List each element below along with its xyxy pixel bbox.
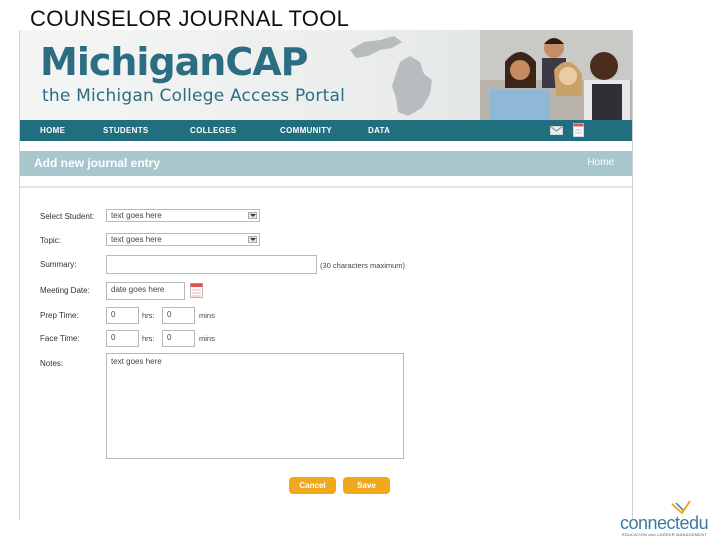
date-picker-icon[interactable] <box>190 283 203 298</box>
logo-cap: CAP <box>225 40 308 84</box>
nav-data[interactable]: DATA <box>368 120 390 141</box>
chevron-down-icon <box>248 236 257 243</box>
nav-community[interactable]: COMMUNITY <box>280 120 332 141</box>
notes-label: Notes: <box>40 359 64 368</box>
slide-title: COUNSELOR JOURNAL TOOL <box>30 6 350 31</box>
logo-michigan: Michigan <box>40 40 226 84</box>
prep-time-label: Prep Time: <box>40 311 79 320</box>
home-link[interactable]: Home <box>587 157 614 168</box>
face-mins-input[interactable]: 0 <box>162 330 195 347</box>
calendar-icon[interactable] <box>573 123 584 137</box>
nav-students[interactable]: STUDENTS <box>103 120 149 141</box>
topic-dropdown[interactable]: text goes here <box>106 233 260 246</box>
select-student-label: Select Student: <box>40 212 95 221</box>
students-photo <box>480 30 632 120</box>
face-time-label: Face Time: <box>40 334 80 343</box>
meeting-date-input[interactable]: date goes here <box>106 282 185 300</box>
site-banner: MichiganCAP the Michigan College Access … <box>20 30 632 120</box>
topic-value: text goes here <box>111 235 162 244</box>
select-student-dropdown[interactable]: text goes here <box>106 209 260 222</box>
page-title: Add new journal entry <box>34 156 161 170</box>
cancel-button[interactable]: Cancel <box>289 477 336 494</box>
browser-frame: MichiganCAP the Michigan College Access … <box>19 30 633 520</box>
summary-input[interactable] <box>106 255 317 274</box>
mail-icon[interactable] <box>550 126 563 135</box>
site-logo[interactable]: MichiganCAP <box>40 40 309 84</box>
prep-hrs-label: hrs: <box>142 311 155 320</box>
summary-label: Summary: <box>40 260 77 269</box>
nav-colleges[interactable]: COLLEGES <box>190 120 236 141</box>
select-student-value: text goes here <box>111 211 162 220</box>
meeting-date-label: Meeting Date: <box>40 286 90 295</box>
face-hours-input[interactable]: 0 <box>106 330 139 347</box>
nav-home[interactable]: HOME <box>40 120 65 141</box>
swoosh-icon <box>671 500 691 514</box>
logo-subtitle: the Michigan College Access Portal <box>42 86 345 106</box>
connectedu-logo: connectedu EDUCATION and CAREER MANAGEME… <box>618 500 718 540</box>
save-button[interactable]: Save <box>343 477 390 494</box>
face-hrs-label: hrs: <box>142 334 155 343</box>
prep-mins-input[interactable]: 0 <box>162 307 195 324</box>
notes-textarea[interactable]: text goes here <box>106 353 404 459</box>
chevron-down-icon <box>248 212 257 219</box>
divider <box>20 186 632 188</box>
face-mins-label: mins <box>199 334 215 343</box>
connectedu-tagline: EDUCATION and CAREER MANAGEMENT <box>622 532 707 537</box>
page-header-bar: Add new journal entry Home <box>20 151 632 176</box>
topic-label: Topic: <box>40 236 61 245</box>
michigan-map-icon <box>350 36 432 116</box>
connectedu-wordmark: connectedu <box>620 513 709 533</box>
main-nav: HOME STUDENTS COLLEGES COMMUNITY DATA <box>20 120 632 141</box>
prep-hours-input[interactable]: 0 <box>106 307 139 324</box>
prep-mins-label: mins <box>199 311 215 320</box>
summary-hint: (30 characters maximum) <box>320 261 406 270</box>
